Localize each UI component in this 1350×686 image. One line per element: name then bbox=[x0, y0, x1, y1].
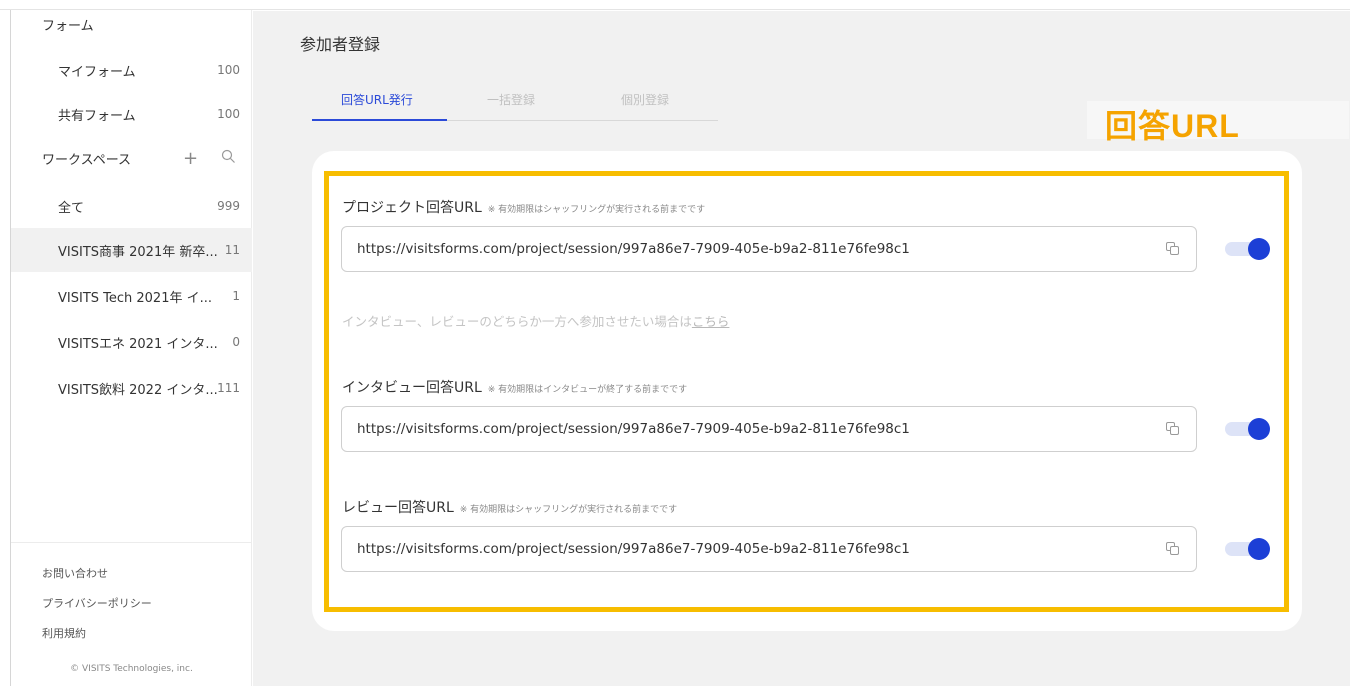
section-note: ※ 有効期限はシャッフリングが実行される前までです bbox=[459, 505, 678, 515]
sidebar-item-shared-forms[interactable]: 共有フォーム 100 bbox=[11, 92, 252, 136]
sidebar-item-label: VISITS飲料 2022 インタ... bbox=[58, 382, 218, 398]
section-note: ※ 有効期限はシャッフリングが実行される前までです bbox=[487, 205, 706, 215]
sidebar-item-label: VISITSエネ 2021 インタ... bbox=[58, 336, 218, 352]
sidebar-divider bbox=[11, 542, 252, 543]
main-content: 参加者登録 回答URL発行 一括登録 個別登録 回答URL プロジェクト回答UR… bbox=[253, 11, 1350, 686]
hint-link[interactable]: こちら bbox=[692, 314, 730, 329]
project-url-field[interactable]: https://visitsforms.com/project/session/… bbox=[341, 226, 1197, 272]
sidebar-section-label: ワークスペース bbox=[42, 152, 132, 168]
sidebar-item-label: 共有フォーム bbox=[58, 108, 136, 124]
sidebar-item-my-forms[interactable]: マイフォーム 100 bbox=[11, 48, 252, 92]
sidebar-item-label: マイフォーム bbox=[58, 64, 136, 80]
search-icon[interactable] bbox=[221, 149, 236, 168]
copy-icon[interactable] bbox=[1166, 422, 1180, 436]
copy-icon[interactable] bbox=[1166, 542, 1180, 556]
review-url-toggle[interactable] bbox=[1225, 537, 1271, 561]
toggle-knob bbox=[1248, 418, 1270, 440]
toggle-knob bbox=[1248, 538, 1270, 560]
toggle-knob bbox=[1248, 238, 1270, 260]
copy-icon[interactable] bbox=[1166, 242, 1180, 256]
annotation-label: 回答URL bbox=[1105, 108, 1240, 144]
review-url-title: レビュー回答URL ※ 有効期限はシャッフリングが実行される前までです bbox=[342, 497, 677, 517]
sidebar-item-workspace-3[interactable]: VISITSエネ 2021 インタ... 0 bbox=[11, 320, 252, 364]
sidebar-item-count: 100 bbox=[217, 107, 240, 121]
sidebar-item-count: 0 bbox=[232, 335, 240, 349]
sidebar-item-count: 100 bbox=[217, 63, 240, 77]
hint-label: インタビュー、レビューのどちらか一方へ参加させたい場合は bbox=[342, 314, 692, 329]
section-title-text: レビュー回答URL bbox=[342, 500, 454, 516]
interview-url-toggle[interactable] bbox=[1225, 417, 1271, 441]
section-note: ※ 有効期限はインタビューが終了する前までです bbox=[487, 385, 688, 395]
hint-text: インタビュー、レビューのどちらか一方へ参加させたい場合はこちら bbox=[342, 311, 729, 330]
sidebar: フォーム マイフォーム 100 共有フォーム 100 ワークスペース + 全て … bbox=[11, 10, 252, 686]
review-url-field[interactable]: https://visitsforms.com/project/session/… bbox=[341, 526, 1197, 572]
sidebar-item-count: 1 bbox=[232, 289, 240, 303]
sidebar-item-count: 111 bbox=[217, 381, 240, 395]
terms-link[interactable]: 利用規約 bbox=[42, 625, 86, 641]
page-title: 参加者登録 bbox=[300, 35, 381, 54]
copyright: © VISITS Technologies, inc. bbox=[70, 664, 193, 674]
plus-icon[interactable]: + bbox=[183, 148, 198, 169]
project-url-title: プロジェクト回答URL ※ 有効期限はシャッフリングが実行される前までです bbox=[342, 197, 705, 217]
tab-answer-url[interactable]: 回答URL発行 bbox=[341, 91, 413, 108]
sidebar-item-count: 999 bbox=[217, 199, 240, 213]
active-tab-indicator bbox=[312, 119, 447, 121]
url-text: https://visitsforms.com/project/session/… bbox=[357, 541, 910, 557]
tab-individual-register[interactable]: 個別登録 bbox=[621, 91, 669, 108]
section-title-text: インタビュー回答URL bbox=[342, 380, 482, 396]
url-text: https://visitsforms.com/project/session/… bbox=[357, 421, 910, 437]
sidebar-section-form: フォーム bbox=[11, 2, 252, 46]
sidebar-item-label: VISITS Tech 2021年 イ... bbox=[58, 290, 213, 306]
sidebar-item-label: 全て bbox=[58, 200, 85, 216]
privacy-policy-link[interactable]: プライバシーポリシー bbox=[42, 595, 152, 611]
interview-url-title: インタビュー回答URL ※ 有効期限はインタビューが終了する前までです bbox=[342, 377, 687, 397]
url-card: プロジェクト回答URL ※ 有効期限はシャッフリングが実行される前までです htt… bbox=[312, 151, 1302, 631]
tab-bar: 回答URL発行 一括登録 個別登録 bbox=[312, 89, 718, 121]
url-text: https://visitsforms.com/project/session/… bbox=[357, 241, 910, 257]
sidebar-section-workspace: ワークスペース + bbox=[11, 136, 252, 180]
sidebar-item-workspace-2[interactable]: VISITS Tech 2021年 イ... 1 bbox=[11, 274, 252, 318]
sidebar-item-workspace-4[interactable]: VISITS飲料 2022 インタ... 111 bbox=[11, 366, 252, 410]
contact-link[interactable]: お問い合わせ bbox=[42, 565, 108, 581]
sidebar-item-workspace-1[interactable]: VISITS商事 2021年 新卒... 11 bbox=[11, 228, 252, 272]
sidebar-item-all[interactable]: 全て 999 bbox=[11, 184, 252, 228]
interview-url-field[interactable]: https://visitsforms.com/project/session/… bbox=[341, 406, 1197, 452]
project-url-toggle[interactable] bbox=[1225, 237, 1271, 261]
section-title-text: プロジェクト回答URL bbox=[342, 200, 482, 216]
tab-bulk-register[interactable]: 一括登録 bbox=[487, 91, 535, 108]
sidebar-item-count: 11 bbox=[224, 243, 240, 257]
sidebar-item-label: VISITS商事 2021年 新卒... bbox=[58, 244, 218, 260]
sidebar-section-label: フォーム bbox=[42, 18, 94, 34]
